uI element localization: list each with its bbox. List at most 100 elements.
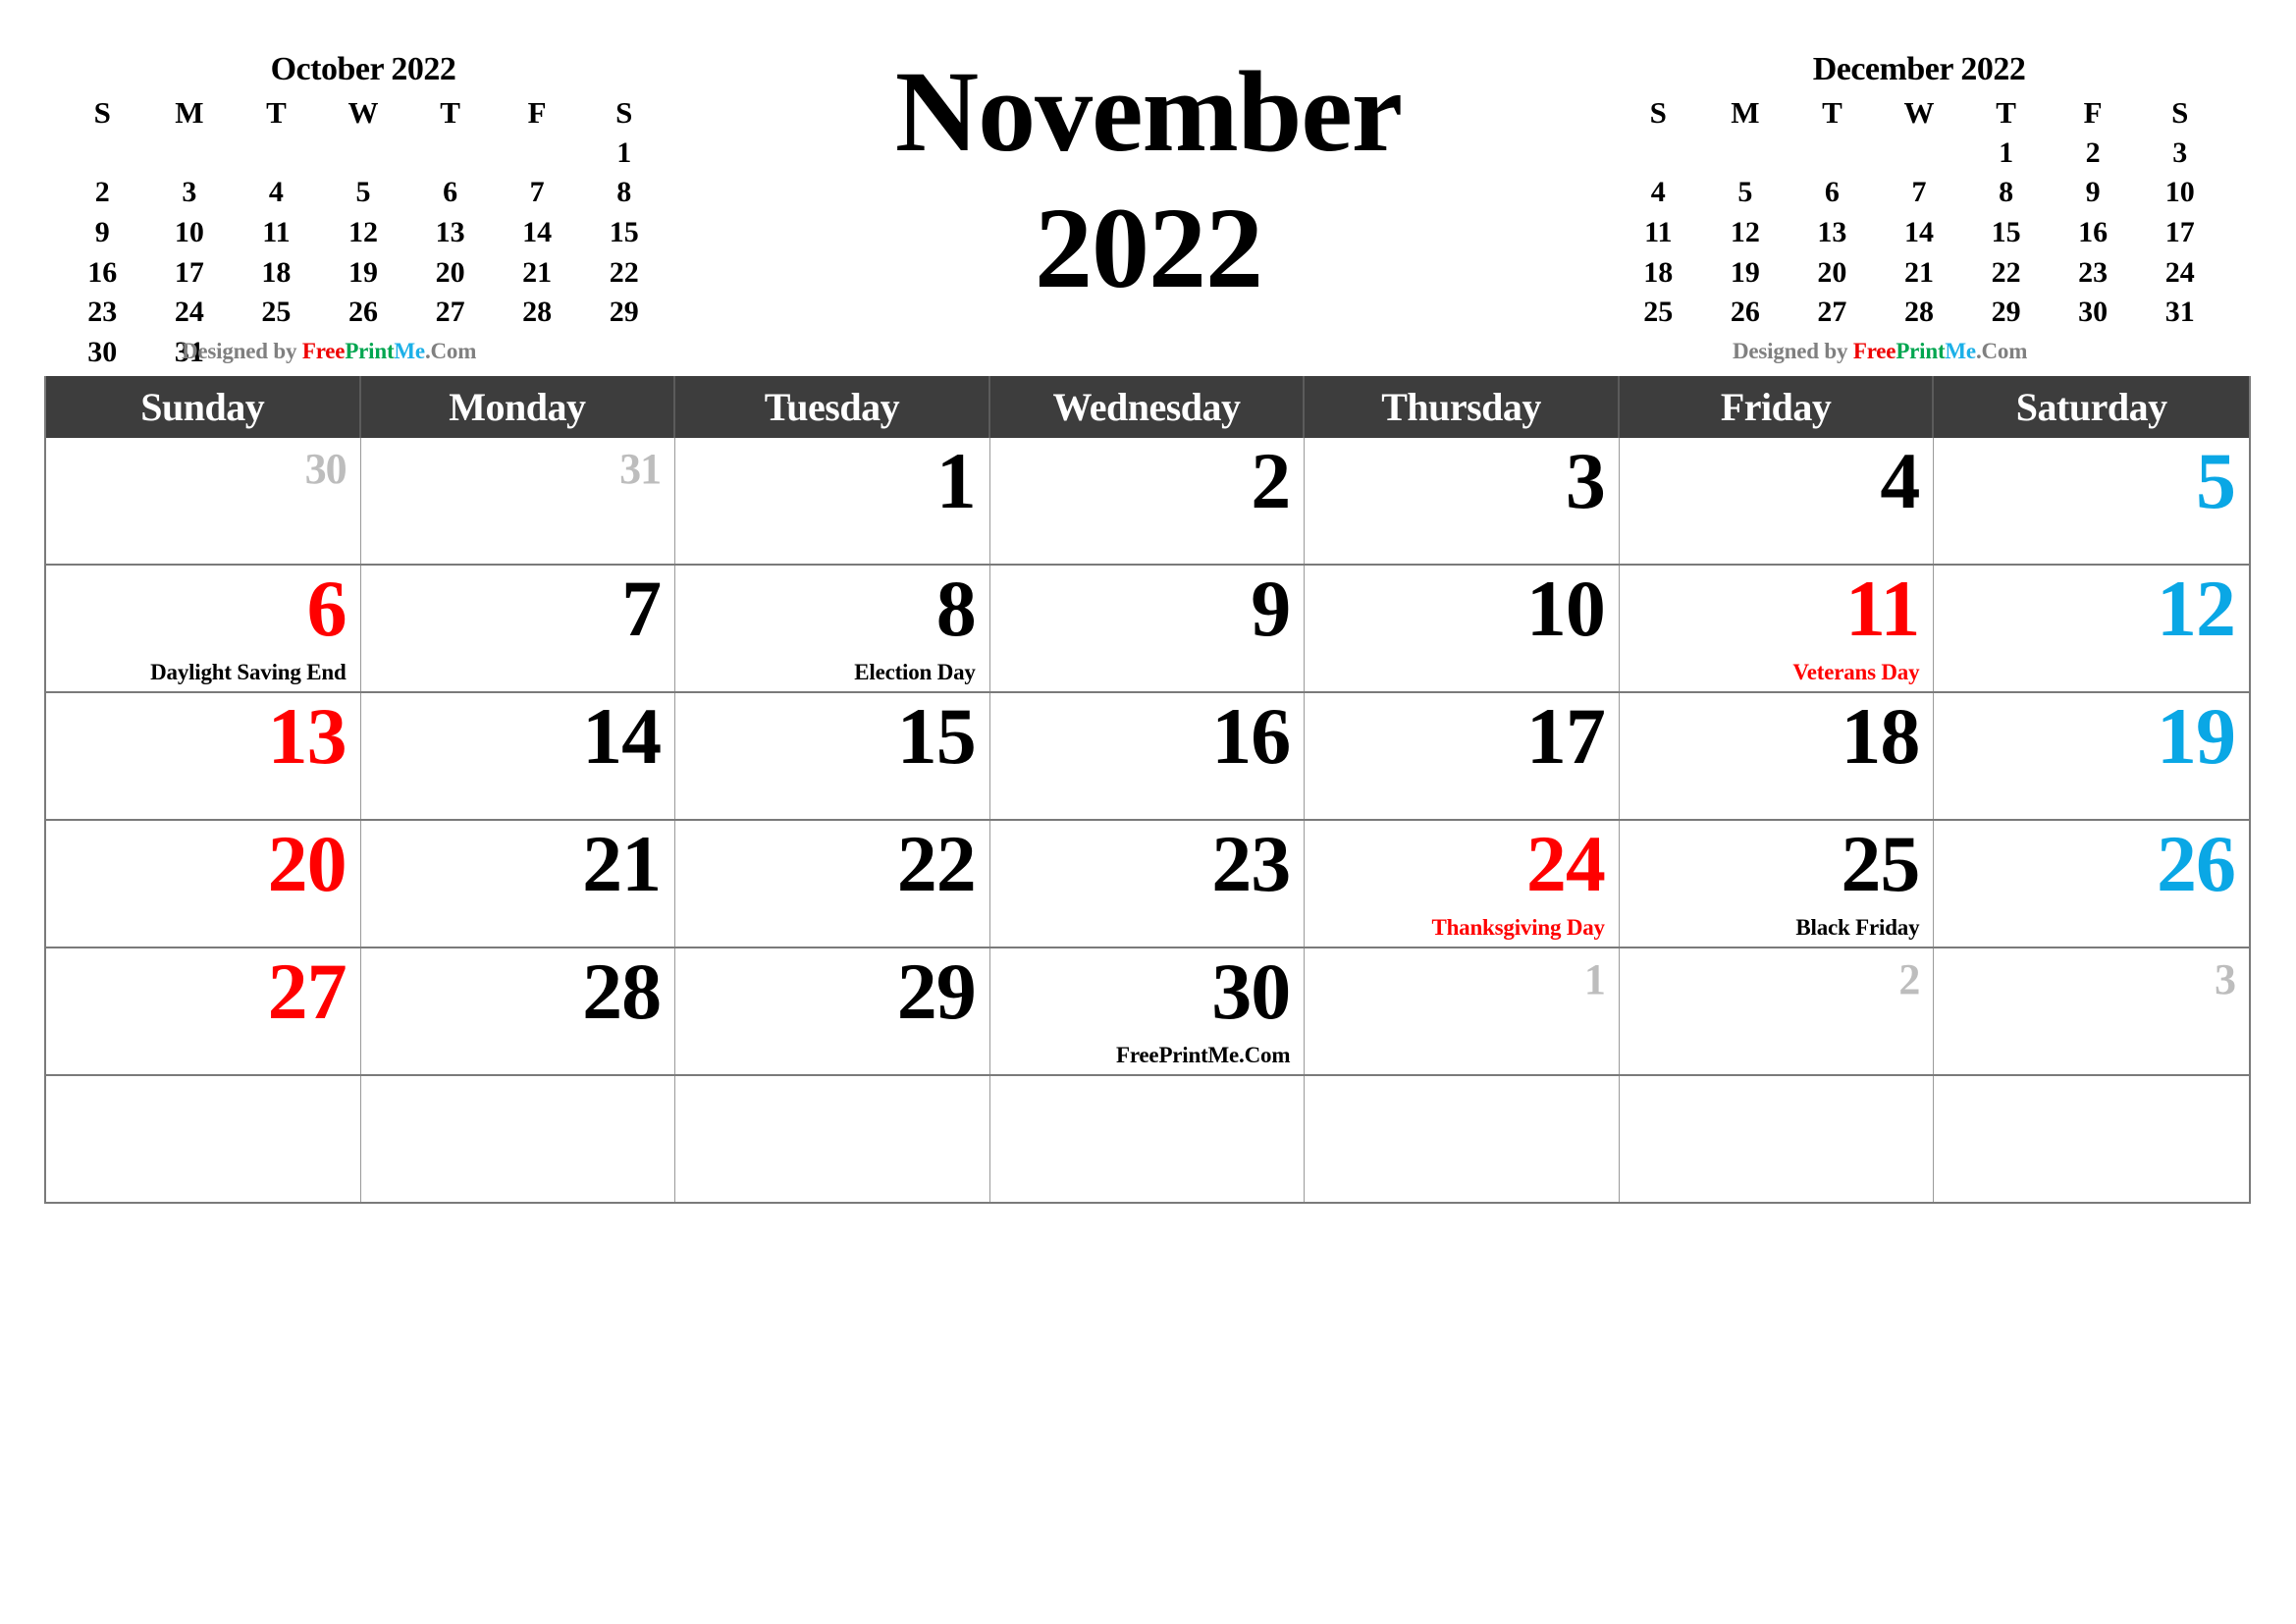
day-number: 8 <box>935 564 977 653</box>
mini-calendar-december-grid: SMTWTFS 1 2 3 4 5 6 7 8 9 10 11 12 13 14 15 16 17 18 19 20 2… <box>1615 94 2223 331</box>
day-cell[interactable]: 22 <box>675 821 990 947</box>
day-cell[interactable]: 23 <box>990 821 1306 947</box>
day-cell[interactable]: 21 <box>361 821 676 947</box>
mini-day-empty <box>59 135 146 172</box>
day-number: 16 <box>1211 691 1291 781</box>
day-cell[interactable]: 4 <box>1620 438 1935 564</box>
day-event-label: Veterans Day <box>1792 660 1920 684</box>
day-number: 25 <box>1841 819 1920 908</box>
day-number: 20 <box>267 819 347 908</box>
week-row: 13 14 15 16 17 18 19 <box>46 691 2249 819</box>
day-cell[interactable]: 20 <box>46 821 361 947</box>
calendar-top-band: October 2022 SMTWTFS 1 2 3 4 5 6 7 8 9 10 11 12 13 14… <box>0 0 2296 376</box>
day-cell[interactable]: 10 <box>1305 566 1620 691</box>
day-number: 17 <box>1525 691 1606 781</box>
mini-day: 16 <box>87 255 118 289</box>
mini-calendar-december-title: December 2022 <box>1812 51 2026 87</box>
day-cell[interactable]: 28 <box>361 948 676 1074</box>
day-cell[interactable]: 1 <box>675 438 990 564</box>
day-cell[interactable]: 7 <box>361 566 676 691</box>
mini-day: 17 <box>2164 216 2195 248</box>
mini-day-empty <box>1789 135 1876 172</box>
mini-day: 27 <box>1817 296 1847 329</box>
day-cell[interactable] <box>361 1076 676 1202</box>
day-cell[interactable] <box>990 1076 1306 1202</box>
mini-day-empty <box>1702 135 1789 172</box>
credit-brand-free: Free <box>1852 339 1896 363</box>
day-cell[interactable]: 1 <box>1305 948 1620 1074</box>
day-cell[interactable] <box>1620 1076 1935 1202</box>
day-number: 14 <box>582 691 662 781</box>
mini-calendar-october-grid: SMTWTFS 1 2 3 4 5 6 7 8 9 10 11 12 13 14 15 16 17 18 19 20 2… <box>59 94 667 370</box>
day-cell[interactable] <box>675 1076 990 1202</box>
day-cell[interactable]: 18 <box>1620 693 1935 819</box>
mini-day: 11 <box>262 216 291 248</box>
mini-day: 13 <box>435 216 465 248</box>
mini-day-empty <box>494 335 581 371</box>
day-cell[interactable]: 14 <box>361 693 676 819</box>
day-cell[interactable]: 3 <box>1934 948 2249 1074</box>
day-cell[interactable]: 30 FreePrintMe.Com <box>990 948 1306 1074</box>
week-row: 20 21 22 23 24 Thanksgiving Day 25 Black Friday… <box>46 819 2249 947</box>
day-cell[interactable]: 2 <box>990 438 1306 564</box>
day-cell[interactable]: 11 Veterans Day <box>1620 566 1935 691</box>
mini-day: 18 <box>261 255 292 289</box>
day-cell[interactable]: 3 <box>1305 438 1620 564</box>
mini-day: 29 <box>1991 296 2021 329</box>
mini-day: 22 <box>1991 255 2021 289</box>
day-cell[interactable]: 9 <box>990 566 1306 691</box>
mini-day-empty <box>1615 135 1702 172</box>
day-cell[interactable] <box>46 1076 361 1202</box>
mini-day: 21 <box>1903 255 1934 289</box>
day-cell[interactable]: 31 <box>361 438 676 564</box>
mini-day: 15 <box>609 216 639 248</box>
day-event-label: Black Friday <box>1795 915 1920 940</box>
mini-day: 12 <box>347 216 378 248</box>
day-cell[interactable]: 27 <box>46 948 361 1074</box>
day-cell[interactable] <box>1934 1076 2249 1202</box>
credit-brand-free: Free <box>301 339 346 363</box>
mini-day: 2 <box>2085 135 2101 169</box>
day-cell[interactable]: 19 <box>1934 693 2249 819</box>
mini-day: 14 <box>1903 216 1934 248</box>
day-cell[interactable]: 2 <box>1620 948 1935 1074</box>
day-cell[interactable]: 25 Black Friday <box>1620 821 1935 947</box>
mini-day: 2 <box>94 176 110 209</box>
day-cell[interactable]: 6 Daylight Saving End <box>46 566 361 691</box>
page-title-month: November <box>894 47 1403 176</box>
mini-day-empty <box>494 135 581 172</box>
day-cell[interactable]: 26 <box>1934 821 2249 947</box>
day-cell[interactable]: 5 <box>1934 438 2249 564</box>
mini-dow-6: S <box>615 95 633 130</box>
day-cell[interactable]: 8 Election Day <box>675 566 990 691</box>
mini-day: 20 <box>1817 255 1847 289</box>
day-cell[interactable]: 30 <box>46 438 361 564</box>
day-cell[interactable]: 29 <box>675 948 990 1074</box>
mini-day-empty <box>1876 135 1963 172</box>
weekday-header-monday: Monday <box>361 376 676 438</box>
mini-day-empty <box>146 135 234 172</box>
day-cell[interactable]: 15 <box>675 693 990 819</box>
mini-dow-2: T <box>1822 95 1842 130</box>
credit-brand-me: Me <box>394 339 425 363</box>
mini-dow-4: T <box>1996 95 2016 130</box>
mini-day: 18 <box>1643 255 1674 289</box>
day-cell[interactable]: 24 Thanksgiving Day <box>1305 821 1620 947</box>
day-cell[interactable]: 17 <box>1305 693 1620 819</box>
mini-day: 19 <box>347 255 378 289</box>
day-cell[interactable]: 12 <box>1934 566 2249 691</box>
day-cell[interactable]: 13 <box>46 693 361 819</box>
credit-right: Designed by FreePrintMe.Com <box>1733 339 2027 364</box>
mini-day: 9 <box>2085 176 2101 209</box>
mini-day: 22 <box>609 255 639 289</box>
mini-day: 6 <box>1824 176 1840 209</box>
day-number-outside-month: 1 <box>1583 955 1606 1003</box>
day-number: 19 <box>2157 691 2236 781</box>
mini-dow-5: F <box>2083 95 2103 130</box>
credit-brand-com: .Com <box>1975 339 2028 363</box>
day-number: 9 <box>1251 564 1291 653</box>
day-number: 10 <box>1525 564 1606 653</box>
day-cell[interactable] <box>1305 1076 1620 1202</box>
mini-day: 8 <box>616 176 632 209</box>
day-cell[interactable]: 16 <box>990 693 1306 819</box>
